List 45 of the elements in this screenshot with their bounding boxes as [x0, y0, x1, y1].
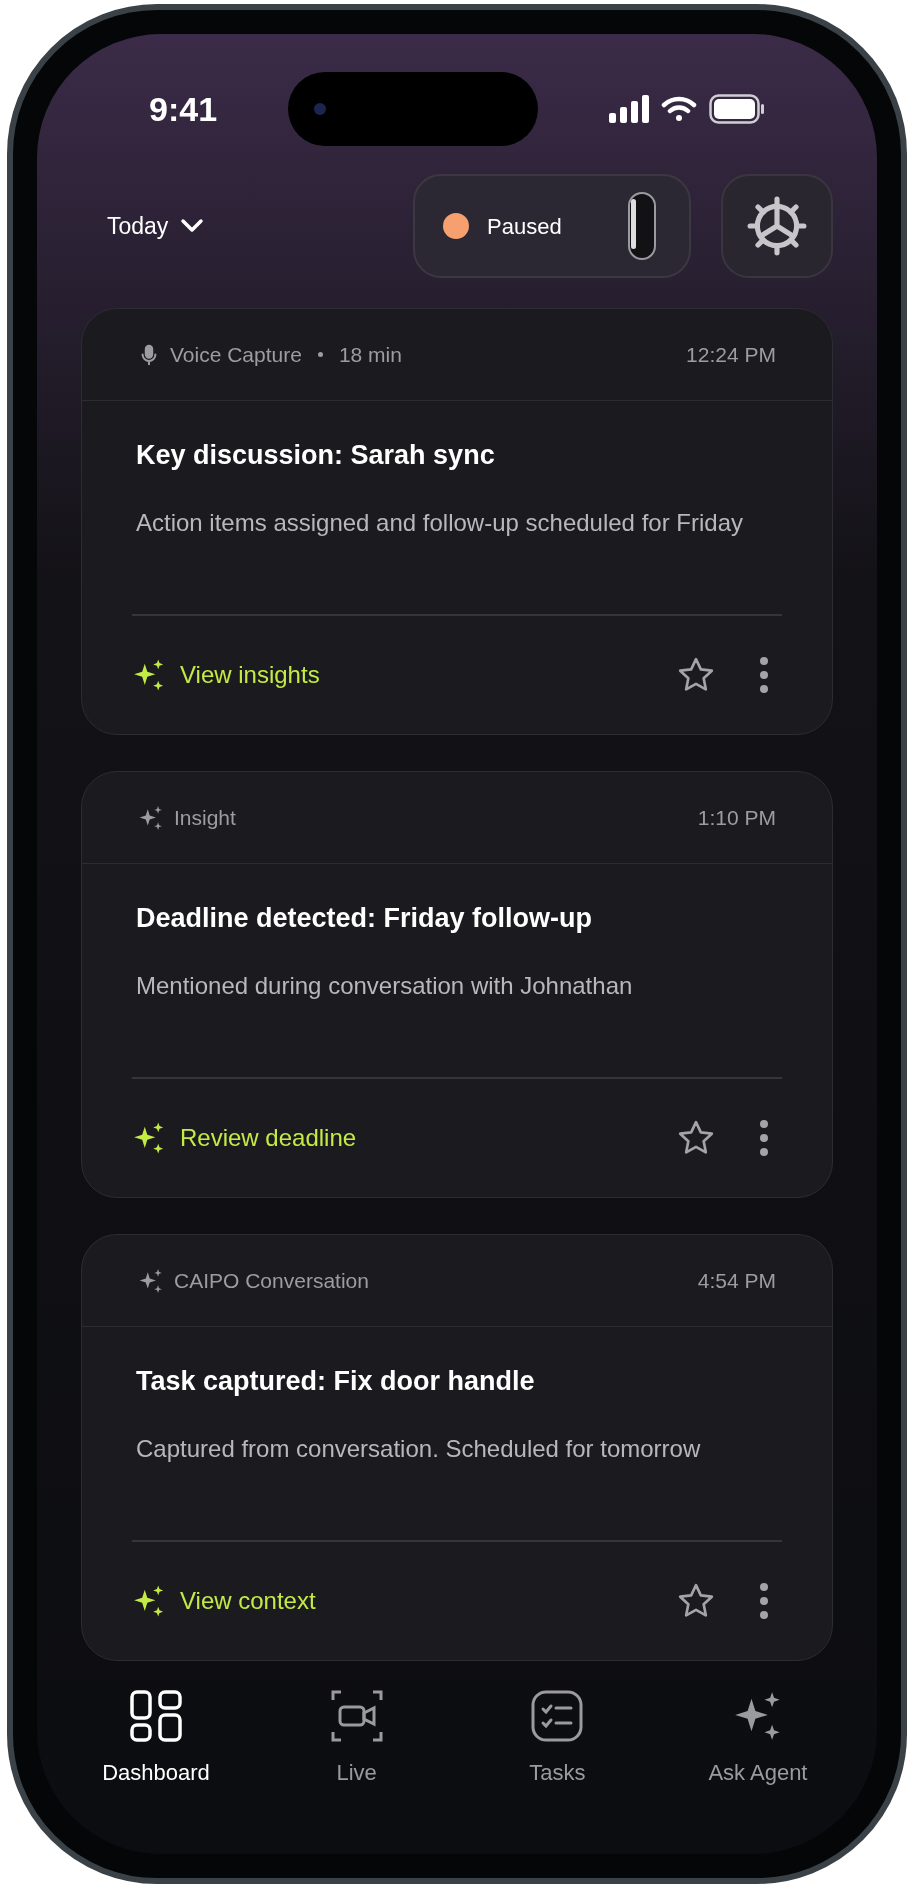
- action-link[interactable]: View insights: [132, 657, 320, 693]
- feed-card[interactable]: CAIPO Conversation 4:54 PM Task captured: Fix door handle Captured from conversation. Scheduled for tomorrow View context: [81, 1234, 833, 1661]
- nav-tab[interactable]: Ask Agent: [682, 1689, 833, 1789]
- device-icon: [625, 191, 659, 261]
- time-label: 4:54 PM: [697, 1267, 776, 1294]
- feed-card[interactable]: Insight 1:10 PM Deadline detected: Friday follow-up Mentioned during conversation with Johnathan Review deadline: [81, 771, 833, 1198]
- feed-card[interactable]: Voice Capture 18 min 12:24 PM Key discussion: Sarah sync Action items assigned and follow-up scheduled for Friday View insights: [81, 308, 833, 735]
- device-status-button[interactable]: Paused: [413, 174, 691, 278]
- nav-tab[interactable]: Tasks: [482, 1689, 633, 1789]
- status-time: 9:41: [149, 88, 218, 130]
- source-label: CAIPO Conversation: [174, 1267, 369, 1294]
- action-link[interactable]: View context: [132, 1583, 316, 1619]
- sparkle-icon: [138, 1267, 164, 1294]
- chevron-down-icon: [180, 218, 205, 234]
- video-camera-icon: [330, 1689, 383, 1742]
- action-link[interactable]: Review deadline: [132, 1120, 357, 1156]
- grid-icon: [130, 1689, 182, 1742]
- checklist-icon: [531, 1689, 584, 1742]
- duration-label: 18 min: [338, 341, 402, 368]
- card-description: Mentioned during conversation with Johnathan: [136, 970, 634, 1001]
- more-vertical-icon: [760, 1583, 768, 1619]
- sparkle-icon: [132, 1121, 166, 1155]
- source-label: Voice Capture: [170, 341, 302, 368]
- card-title: Key discussion: Sarah sync: [136, 439, 496, 472]
- more-vertical-icon: [760, 657, 768, 693]
- signal-icon: [609, 95, 649, 123]
- dot-separator-icon: [317, 352, 323, 357]
- card-title: Deadline detected: Friday follow-up: [136, 902, 594, 935]
- sparkle-icon: [132, 1584, 166, 1618]
- nav-tab[interactable]: Live: [281, 1689, 432, 1789]
- time-label: 1:10 PM: [697, 804, 776, 831]
- time-label: 12:24 PM: [686, 341, 776, 368]
- settings-button[interactable]: [721, 174, 833, 278]
- date-dropdown[interactable]: Today: [107, 208, 205, 244]
- card-description: Captured from conversation. Scheduled for tomorrow: [136, 1433, 702, 1464]
- nav-tab[interactable]: Dashboard: [81, 1689, 231, 1789]
- card-title: Task captured: Fix door handle: [136, 1365, 536, 1398]
- wifi-icon: [661, 95, 697, 123]
- settings-icon: [746, 195, 808, 257]
- battery-icon: [709, 94, 765, 124]
- card-description: Action items assigned and follow-up scheduled for Friday: [136, 507, 744, 538]
- sparkle-icon: [138, 804, 164, 831]
- more-vertical-icon: [760, 1120, 768, 1156]
- sparkle-icon: [132, 658, 166, 692]
- source-label: Insight: [174, 804, 236, 831]
